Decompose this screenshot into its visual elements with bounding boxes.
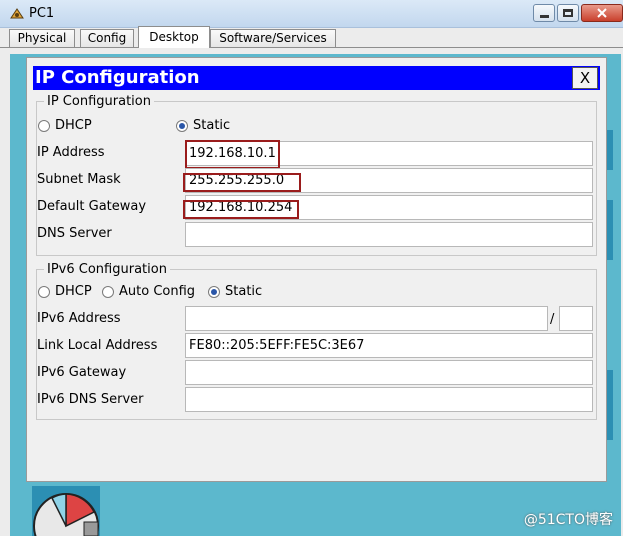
ipv6-address-input[interactable] — [185, 306, 548, 331]
ipv6-auto-config-option[interactable]: Auto Config — [102, 284, 195, 299]
minimize-icon — [539, 14, 549, 18]
ipv6-static-radio[interactable] — [208, 285, 220, 298]
watermark: @51CTO博客 — [523, 512, 613, 528]
ipv6-dns-server-input[interactable] — [185, 387, 593, 412]
ipv4-group-label: IP Configuration — [47, 94, 151, 109]
maximize-icon — [563, 9, 573, 17]
ipv6-dns-server-label: IPv6 DNS Server — [37, 392, 144, 407]
window-titlebar: PC1 — [0, 0, 623, 28]
ipv4-dhcp-option[interactable]: DHCP — [38, 118, 92, 133]
default-gateway-input[interactable] — [185, 195, 593, 220]
link-local-address-label: Link Local Address — [37, 338, 158, 353]
ipv6-static-option[interactable]: Static — [208, 284, 262, 299]
ipv4-dhcp-label: DHCP — [55, 118, 92, 133]
desktop-app-edge — [607, 370, 613, 440]
tab-desktop[interactable]: Desktop — [138, 26, 210, 48]
desktop-app-edge — [607, 130, 613, 170]
dns-server-label: DNS Server — [37, 226, 112, 241]
tab-physical[interactable]: Physical — [9, 29, 75, 47]
ipv6-auto-config-label: Auto Config — [119, 284, 196, 299]
ipv6-dhcp-option[interactable]: DHCP — [38, 284, 92, 299]
desktop-app-edge — [607, 200, 613, 260]
ipv6-dhcp-radio[interactable] — [38, 285, 50, 298]
ipv6-auto-config-radio[interactable] — [102, 285, 114, 298]
link-local-address-input[interactable] — [185, 333, 593, 358]
ipv6-group-label: IPv6 Configuration — [47, 262, 167, 277]
subnet-mask-label: Subnet Mask — [37, 172, 121, 187]
ipv6-gateway-input[interactable] — [185, 360, 593, 385]
ipv6-prefix-length-input[interactable] — [559, 306, 593, 331]
tab-strip: Physical Config Desktop Software/Service… — [0, 26, 623, 48]
pc-app-icon — [10, 8, 24, 19]
subnet-mask-input[interactable] — [185, 168, 593, 193]
ip-configuration-dialog: IP Configuration X IP Configuration DHCP… — [26, 57, 607, 482]
ip-address-input[interactable] — [185, 141, 593, 166]
default-gateway-label: Default Gateway — [37, 199, 147, 214]
window-close-button[interactable] — [581, 4, 623, 22]
dialog-titlebar: IP Configuration X — [33, 66, 600, 90]
maximize-button[interactable] — [557, 4, 579, 22]
ip-address-label: IP Address — [37, 145, 105, 160]
tab-software-services[interactable]: Software/Services — [210, 29, 336, 47]
dialog-title: IP Configuration — [35, 67, 200, 88]
close-icon — [597, 8, 607, 18]
dialog-close-button[interactable]: X — [572, 67, 598, 89]
ipv4-static-radio[interactable] — [176, 119, 188, 132]
tab-config[interactable]: Config — [80, 29, 134, 47]
ipv4-static-option[interactable]: Static — [176, 118, 230, 133]
ipv6-dhcp-label: DHCP — [55, 284, 92, 299]
ipv4-dhcp-radio[interactable] — [38, 119, 50, 132]
ipv4-static-label: Static — [193, 118, 231, 133]
ipv6-static-label: Static — [225, 284, 263, 299]
window-title: PC1 — [29, 6, 55, 21]
prefix-separator: / — [550, 312, 555, 327]
dns-server-input[interactable] — [185, 222, 593, 247]
ipv6-gateway-label: IPv6 Gateway — [37, 365, 127, 380]
ipv6-address-label: IPv6 Address — [37, 311, 121, 326]
desktop-app-pie-icon[interactable] — [32, 486, 100, 536]
minimize-button[interactable] — [533, 4, 555, 22]
